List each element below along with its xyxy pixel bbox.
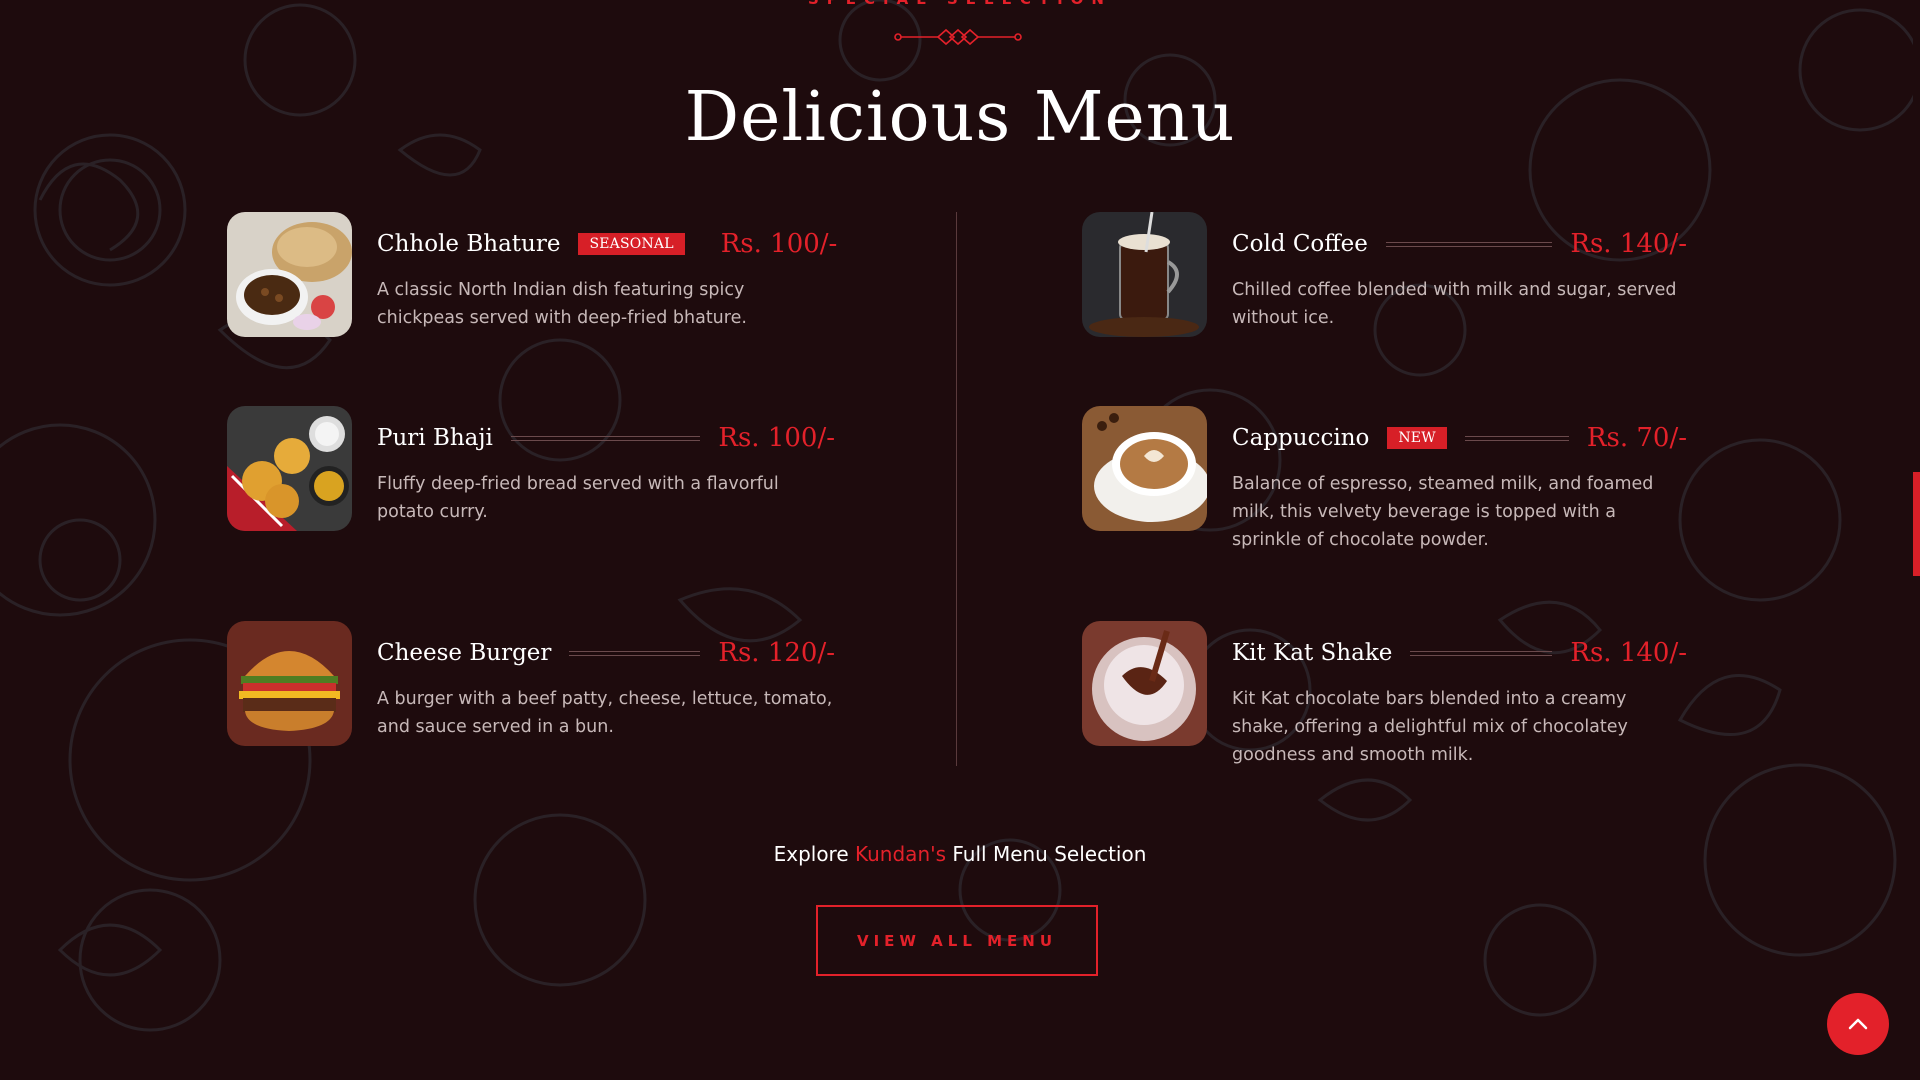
kitkat-shake-photo xyxy=(1082,621,1207,746)
brand-name: Kundan's xyxy=(855,842,947,866)
page-scrollbar[interactable] xyxy=(1913,0,1920,1080)
item-header: Cheese Burger Rs. 120/- xyxy=(377,633,835,673)
item-price: Rs. 120/- xyxy=(718,638,835,668)
view-all-menu-button[interactable]: VIEW ALL MENU xyxy=(816,905,1098,976)
page-title: Delicious Menu xyxy=(684,78,1236,157)
column-divider xyxy=(956,212,957,766)
new-badge: NEW xyxy=(1387,427,1447,449)
item-header: Kit Kat Shake Rs. 140/- xyxy=(1232,633,1687,673)
item-price: Rs. 140/- xyxy=(1570,638,1687,668)
scroll-to-top-button[interactable] xyxy=(1827,993,1889,1055)
cheese-burger-photo xyxy=(227,621,352,746)
item-description: Chilled coffee blended with milk and sug… xyxy=(1232,280,1677,328)
item-price: Rs. 140/- xyxy=(1570,229,1687,259)
leader-line xyxy=(1464,435,1569,441)
cold-coffee-photo xyxy=(1082,212,1207,337)
item-description: Fluffy deep-fried bread served with a fl… xyxy=(377,474,779,522)
item-description: A classic North Indian dish featuring sp… xyxy=(377,280,747,328)
item-price: Rs. 100/- xyxy=(720,229,838,259)
divider-ornament-icon xyxy=(894,28,1022,46)
explore-prefix: Explore xyxy=(773,842,849,866)
leader-line xyxy=(1410,650,1553,656)
item-name: Cheese Burger xyxy=(377,640,552,666)
item-price: Rs. 100/- xyxy=(718,423,835,453)
leader-line xyxy=(569,650,701,656)
explore-text: Explore Kundan's Full Menu Selection xyxy=(0,842,1920,866)
seasonal-badge: SEASONAL xyxy=(578,233,685,255)
item-name: Cold Coffee xyxy=(1232,231,1368,257)
leader-line xyxy=(1385,241,1553,247)
item-price: Rs. 70/- xyxy=(1586,423,1687,453)
item-header: Cold Coffee Rs. 140/- xyxy=(1232,224,1687,264)
item-description: Balance of espresso, steamed milk, and f… xyxy=(1232,474,1654,550)
item-description: A burger with a beef patty, cheese, lett… xyxy=(377,689,833,737)
item-name: Kit Kat Shake xyxy=(1232,640,1393,666)
explore-suffix: Full Menu Selection xyxy=(952,842,1147,866)
item-name: Puri Bhaji xyxy=(377,425,493,451)
item-name: Cappuccino xyxy=(1232,425,1370,451)
item-header: Chhole Bhature SEASONAL Rs. 100/- xyxy=(377,224,838,264)
puri-bhaji-photo xyxy=(227,406,352,531)
item-name: Chhole Bhature xyxy=(377,231,561,257)
item-header: Cappuccino NEW Rs. 70/- xyxy=(1232,418,1687,458)
scrollbar-thumb[interactable] xyxy=(1913,472,1920,576)
chevron-up-icon xyxy=(1848,1018,1868,1030)
menu-section: SPECIAL SELECTION Delicious Menu xyxy=(0,0,1920,1080)
section-subtitle: SPECIAL SELECTION xyxy=(0,0,1920,8)
cappuccino-photo xyxy=(1082,406,1207,531)
leader-line xyxy=(510,435,701,441)
chhole-bhature-photo xyxy=(227,212,352,337)
item-header: Puri Bhaji Rs. 100/- xyxy=(377,418,835,458)
item-description: Kit Kat chocolate bars blended into a cr… xyxy=(1232,689,1628,765)
